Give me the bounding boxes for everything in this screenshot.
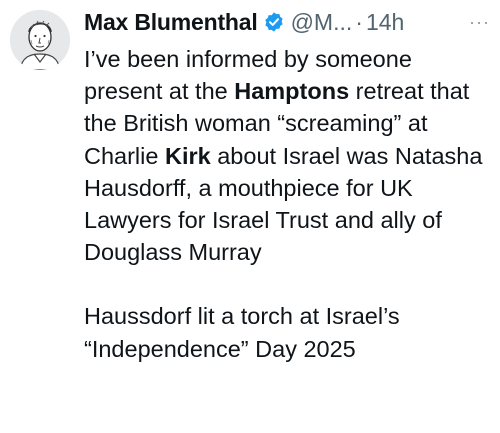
tweet-paragraph-2: Haussdorf lit a torch at Israel’s “Indep…	[84, 303, 400, 362]
tweet-header: Max Blumenthal @M... · 14h ···	[84, 4, 492, 40]
tweet-paragraph-1: I’ve been informed by someone present at…	[84, 43, 494, 268]
tweet-text: I’ve been informed by someone present at…	[84, 43, 494, 365]
tweet-timestamp[interactable]: 14h	[366, 9, 404, 36]
author-handle[interactable]: @M...	[291, 9, 353, 36]
more-horizontal-icon[interactable]: ···	[467, 12, 492, 33]
verified-badge-icon	[264, 12, 283, 32]
avatar[interactable]	[10, 10, 70, 70]
avatar-sketch-icon	[10, 10, 70, 70]
tweet: Max Blumenthal @M... · 14h ··· I’ve been…	[0, 0, 500, 433]
author-name[interactable]: Max Blumenthal	[84, 9, 258, 36]
highlight-hamptons: Hamptons	[234, 78, 350, 105]
separator-dot: ·	[355, 8, 363, 35]
highlight-kirk: Kirk	[164, 142, 211, 169]
